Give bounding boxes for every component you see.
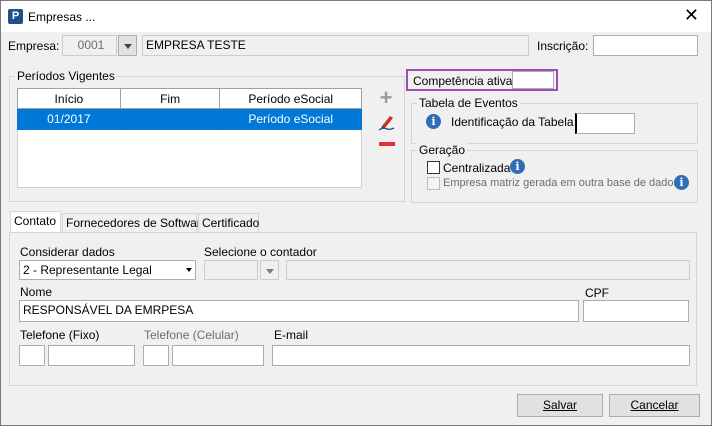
info-icon[interactable]: i <box>426 114 441 129</box>
identificacao-tabela-field[interactable] <box>575 113 635 134</box>
empresa-matriz-label: Empresa matriz gerada em outra base de d… <box>443 177 680 189</box>
nome-field[interactable]: RESPONSÁVEL DA EMRPESA <box>19 300 579 322</box>
title-bar: P Empresas ... ✕ <box>1 1 711 32</box>
telefone-celular-label: Telefone (Celular) <box>144 328 239 342</box>
empresas-dialog: P Empresas ... ✕ Empresa: 0001 EMPRESA T… <box>0 0 712 426</box>
competencia-field[interactable] <box>512 71 554 89</box>
empresa-code-field[interactable]: 0001 <box>62 35 117 56</box>
app-logo-icon: P <box>8 9 23 24</box>
tab-fornecedores-software[interactable]: Fornecedores de Software <box>62 213 207 233</box>
close-icon[interactable]: ✕ <box>684 6 699 24</box>
telefone-celular-ddd-field[interactable] <box>143 345 169 366</box>
window-title: Empresas ... <box>28 10 96 24</box>
contador-code-field <box>204 260 258 280</box>
table-row[interactable]: 01/2017 Período eSocial <box>17 108 362 130</box>
periodos-table: Início Fim Período eSocial 01/2017 Perío… <box>17 88 362 130</box>
cell-fim[interactable] <box>119 108 221 130</box>
tabela-eventos-title: Tabela de Eventos <box>417 96 520 110</box>
nome-label: Nome <box>20 285 53 299</box>
cell-periodo[interactable]: Período eSocial <box>219 108 362 130</box>
empresa-label: Empresa: <box>8 39 60 53</box>
email-field[interactable] <box>272 345 690 366</box>
table-header-row: Início Fim Período eSocial <box>17 88 362 109</box>
selecione-contador-label: Selecione o contador <box>204 245 317 259</box>
identificacao-tabela-label: Identificação da Tabela <box>451 115 574 129</box>
cell-inicio[interactable]: 01/2017 <box>17 108 121 130</box>
periodos-vigentes-title: Períodos Vigentes <box>15 69 117 83</box>
telefone-fixo-label: Telefone (Fixo) <box>20 328 100 342</box>
centralizada-label: Centralizada <box>443 161 511 175</box>
cancelar-label: Cancelar <box>630 398 679 412</box>
geracao-title: Geração <box>417 143 468 157</box>
cpf-field[interactable] <box>583 300 689 322</box>
considerar-dados-select[interactable]: 2 - Representante Legal <box>19 260 196 280</box>
salvar-label: Salvar <box>542 398 577 412</box>
empresa-matriz-checkbox[interactable] <box>427 177 440 190</box>
telefone-fixo-ddd-field[interactable] <box>19 345 45 366</box>
inscricao-field[interactable] <box>593 35 698 56</box>
competencia-label: Competência ativa: <box>413 74 516 88</box>
telefone-fixo-field[interactable] <box>48 345 135 366</box>
tab-contato[interactable]: Contato <box>10 211 61 233</box>
remove-period-icon[interactable] <box>379 142 395 146</box>
salvar-button[interactable]: Salvar <box>517 394 603 417</box>
tab-certificado[interactable]: Certificado <box>198 213 259 233</box>
empresa-dropdown-button[interactable] <box>118 35 137 56</box>
inscricao-label: Inscrição: <box>537 39 589 53</box>
considerar-dados-value: 2 - Representante Legal <box>23 263 152 277</box>
add-period-icon[interactable]: + <box>377 87 395 109</box>
column-periodo-esocial[interactable]: Período eSocial <box>219 88 362 109</box>
column-fim[interactable]: Fim <box>119 88 221 109</box>
contador-dropdown-button <box>260 260 279 280</box>
cancelar-button[interactable]: Cancelar <box>609 394 700 417</box>
edit-period-icon[interactable] <box>378 113 396 131</box>
empresa-name-field: EMPRESA TESTE <box>142 35 529 56</box>
cpf-label: CPF <box>585 286 609 300</box>
considerar-dados-label: Considerar dados <box>20 245 115 259</box>
email-label: E-mail <box>274 328 309 342</box>
competencia-highlight-box: Competência ativa: <box>406 69 558 91</box>
info-icon[interactable]: i <box>674 175 689 190</box>
info-icon[interactable]: i <box>510 159 525 174</box>
telefone-celular-field[interactable] <box>172 345 264 366</box>
centralizada-checkbox[interactable] <box>427 161 440 174</box>
chevron-down-icon <box>186 268 192 272</box>
column-inicio[interactable]: Início <box>17 88 121 109</box>
contador-name-field <box>286 260 690 280</box>
